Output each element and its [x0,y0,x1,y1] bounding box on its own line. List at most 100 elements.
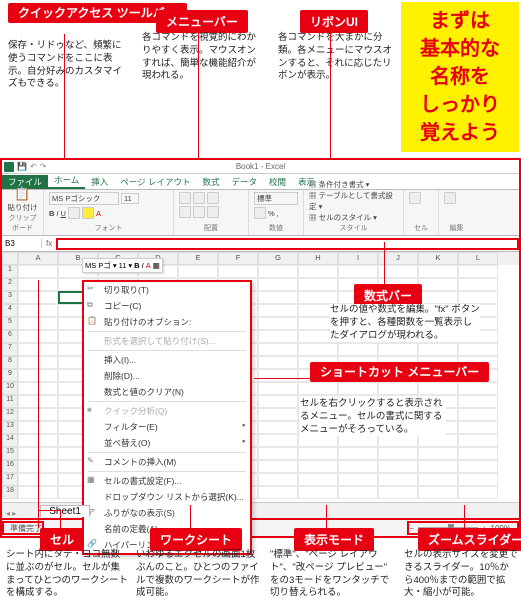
currency-icon[interactable] [254,207,266,219]
mini-italic-icon[interactable]: I [142,261,144,270]
formula-input[interactable] [56,238,519,250]
row-header[interactable]: 8 [2,356,18,369]
row-header[interactable]: 12 [2,408,18,421]
ctx-item[interactable]: ⨳クイック分析(Q) [84,403,250,419]
mini-border-icon[interactable]: ▦ [153,261,160,270]
cell-style[interactable]: ▦ セルのスタイル ▾ [309,212,398,223]
ctx-item-icon: ⧉ [87,300,97,310]
comma-icon[interactable]: , [277,209,279,218]
fontcolor-icon[interactable]: A [96,209,101,218]
row-header[interactable]: 16 [2,460,18,473]
ctx-item[interactable]: 📋貼り付けのオプション: [84,314,250,330]
mini-size[interactable]: 11 [119,261,127,270]
underline-icon[interactable]: U [61,209,66,218]
mini-bold-icon[interactable]: B [134,261,139,270]
row-header[interactable]: 13 [2,421,18,434]
fxbar-desc: セルの値や数式を編集。"fx" ボタンを押すと、各種関数を一覧表示したダイアログ… [330,304,480,342]
ctx-item[interactable]: アふりがなの表示(S) [84,505,250,521]
tab-data[interactable]: データ [226,175,264,189]
ctx-item[interactable]: ✂切り取り(T) [84,282,250,298]
ctx-item[interactable]: フィルター(E) [84,419,250,435]
col-header[interactable]: F [218,252,258,265]
ctx-item[interactable]: ✎コメントの挿入(M) [84,454,250,470]
align-icon[interactable] [193,206,205,218]
ctx-item[interactable]: 数式と値のクリア(N) [84,384,250,400]
col-header[interactable]: A [18,252,58,265]
col-header[interactable]: H [298,252,338,265]
connector [384,242,385,284]
align-icon[interactable] [179,192,191,204]
align-icon[interactable] [193,192,205,204]
percent-icon[interactable]: % [268,209,275,218]
row-header[interactable]: 2 [2,278,18,291]
fill-icon[interactable] [82,207,94,219]
italic-icon[interactable]: I [56,209,58,218]
row-header[interactable]: 9 [2,369,18,382]
mini-color-icon[interactable]: A [146,261,151,270]
row-header[interactable]: 1 [2,265,18,278]
redo-icon[interactable]: ↷ [40,160,47,174]
row-header[interactable]: 5 [2,317,18,330]
align-icon[interactable] [179,206,191,218]
col-header[interactable]: G [258,252,298,265]
paste-icon[interactable]: 📋 [7,186,38,202]
ctx-item[interactable]: ドロップダウン リストから選択(K)... [84,489,250,505]
row-header[interactable]: 15 [2,447,18,460]
col-header[interactable]: K [418,252,458,265]
row-header[interactable]: 6 [2,330,18,343]
bold-icon[interactable]: B [49,209,54,218]
select-all[interactable] [2,252,18,265]
row-header[interactable]: 7 [2,343,18,356]
align-icon[interactable] [207,192,219,204]
ctx-item[interactable]: 削除(D)... [84,368,250,384]
row-header[interactable]: 4 [2,304,18,317]
tab-layout[interactable]: ページ レイアウト [114,175,196,189]
align-icon[interactable] [207,206,219,218]
font-name[interactable]: MS Pゴシック [49,192,119,205]
ctx-item[interactable]: 挿入(I)... [84,352,250,368]
table-format[interactable]: ▦ テーブルとして書式設定 ▾ [309,190,398,212]
group-cells-label: セル [409,223,433,233]
mini-toolbar[interactable]: MS Pゴ▾ 11▾ B I A ▦ [82,258,163,273]
ctx-item-icon: ▦ [87,475,97,485]
cell-desc: シート内にタテ・ヨコ無数に並ぶのがセル。セルが集まってひとつのワークシートを構成… [6,549,128,600]
col-header[interactable]: E [178,252,218,265]
row-header[interactable]: 3 [2,291,18,304]
cells-icon[interactable] [409,192,421,204]
quick-access-toolbar[interactable]: 💾 ↶ ↷ [4,160,46,174]
ctx-item[interactable]: 並べ替え(O) [84,435,250,451]
tab-insert[interactable]: 挿入 [85,175,114,189]
ctx-item[interactable]: ▦セルの書式設定(F)... [84,473,250,489]
sheet-tab[interactable]: Sheet1 [40,505,90,517]
ctx-item-icon: 📋 [87,316,97,326]
font-size[interactable]: 11 [121,193,139,204]
worksheet-label: ワークシート [150,528,242,551]
row-header[interactable]: 17 [2,473,18,486]
sheet-nav[interactable]: ◂ ▸ [2,509,20,518]
row-header[interactable]: 14 [2,434,18,447]
zoom-out-icon[interactable]: − [409,524,414,533]
border-icon[interactable] [68,207,80,219]
cond-format[interactable]: ▦ 条件付き書式 ▾ [309,179,398,190]
ctx-item[interactable]: 形式を選択して貼り付け(S)... [84,333,250,349]
tab-home[interactable]: ホーム [48,173,85,189]
tab-formulas[interactable]: 数式 [196,175,225,189]
row-header[interactable]: 18 [2,486,18,499]
editing-icon[interactable] [444,192,456,204]
ctx-item-icon: ⨳ [87,405,97,415]
undo-icon[interactable]: ↶ [30,160,37,174]
tab-review[interactable]: 校閲 [263,175,292,189]
save-icon[interactable]: 💾 [17,160,27,174]
row-header[interactable]: 11 [2,395,18,408]
connector [326,505,327,528]
ctx-item-label: 挿入(I)... [104,355,136,365]
excel-window: 💾 ↶ ↷ Book1 - Excel ファイル ホーム 挿入 ページ レイアウ… [0,158,521,538]
col-header[interactable]: I [338,252,378,265]
name-box[interactable]: B3 [2,239,42,248]
mini-font[interactable]: MS Pゴ [85,260,111,271]
ctx-item[interactable]: ⧉コピー(C) [84,298,250,314]
fx-button[interactable]: fx [42,239,56,248]
col-header[interactable]: L [458,252,498,265]
number-format[interactable]: 標準 [254,192,298,205]
row-header[interactable]: 10 [2,382,18,395]
